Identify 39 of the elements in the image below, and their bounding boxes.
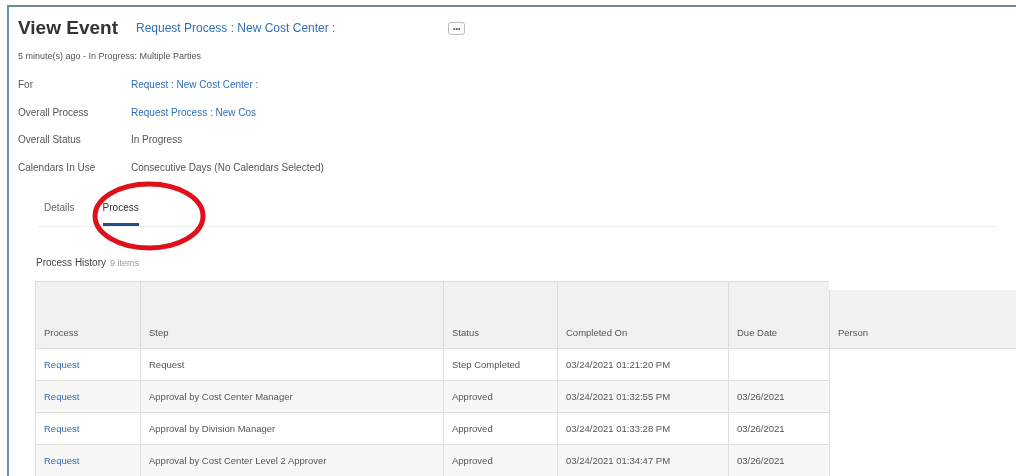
process-link[interactable]: Request [44, 422, 80, 434]
tab[interactable]: Process [102, 193, 139, 226]
field-label: For [18, 79, 34, 91]
table-cell: Approval by Division Manager [140, 412, 444, 444]
column-header: Due Date [728, 281, 830, 348]
table-cell: Approved [443, 444, 558, 476]
table-cell: 03/24/2021 01:33:28 PM [557, 412, 729, 444]
field-link[interactable]: Request Process : New Cos [131, 106, 257, 118]
table-cell: Approved [443, 380, 558, 412]
column-header: Process [35, 281, 141, 348]
table-cell: 03/26/2021 [728, 444, 830, 476]
table-cell: 03/24/2021 01:32:55 PM [557, 380, 729, 412]
table-cell: 03/26/2021 [728, 412, 830, 444]
process-link[interactable]: Request [44, 390, 80, 402]
table-cell: Approval by Cost Center Level 2 Approver [140, 444, 444, 476]
table-cell: Approved [443, 412, 558, 444]
table-cell: 03/24/2021 01:21:20 PM [557, 348, 729, 380]
table-cell: Approval by Cost Center Manager [140, 380, 444, 412]
column-header: Step [140, 281, 444, 348]
process-link[interactable]: Request [44, 454, 80, 466]
table-cell: Step Completed [443, 348, 558, 380]
column-header: Completed On [557, 281, 729, 348]
event-link[interactable]: Request Process : New Cost Center : [136, 21, 448, 35]
field-link[interactable]: Request : New Cost Center : [131, 79, 259, 91]
field-label: Overall Process [18, 106, 90, 118]
process-link[interactable]: Request [44, 358, 80, 370]
status-text: 5 minute(s) ago - In Progress: Multiple Parties [18, 51, 203, 61]
table-cell: 03/24/2021 01:34:47 PM [557, 444, 729, 476]
item-count: 9 items [110, 258, 140, 268]
field-value: In Progress [131, 134, 183, 146]
field-value: Consecutive Days (No Calendars Selected) [131, 161, 324, 173]
column-header: Status [443, 281, 558, 348]
page-title: View Event [18, 17, 118, 39]
table-cell: Request [140, 348, 444, 380]
tab[interactable]: Details [44, 193, 75, 226]
table-cell: 03/26/2021 [728, 380, 830, 412]
section-title: Process History [36, 257, 106, 268]
field-label: Overall Status [18, 134, 82, 146]
field-label: Calendars In Use [18, 161, 97, 173]
